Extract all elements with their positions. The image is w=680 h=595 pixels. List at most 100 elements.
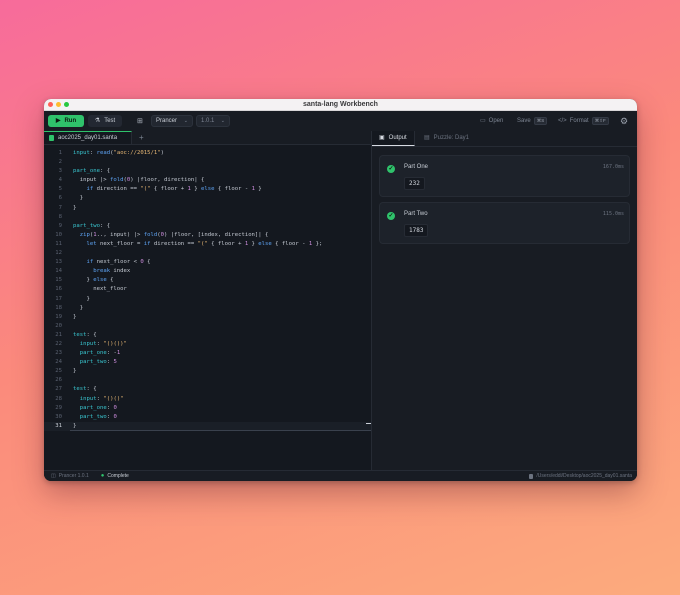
version-select[interactable]: 1.0.1 ⌄ [196, 115, 230, 127]
line-number: 14 [55, 268, 62, 275]
line-number: 2 [58, 159, 62, 166]
format-shortcut: ⌘⇧F [591, 117, 609, 125]
code-line[interactable]: 16 next_floor [44, 285, 371, 294]
code-text: part_one: 0 [79, 404, 117, 411]
line-number: 4 [58, 177, 62, 184]
flask-icon: ⚗ [94, 118, 101, 124]
run-button[interactable]: ▶ Run [48, 115, 84, 127]
code-line[interactable]: 31} [44, 421, 371, 432]
code-line[interactable]: 23 part_one: -1 [44, 349, 371, 358]
code-text: test: { [73, 386, 97, 393]
code-line[interactable]: 10 zip(1.., input) |> fold(0) |floor, [i… [44, 231, 371, 240]
test-button[interactable]: ⚗ Test [88, 115, 122, 127]
editor-tab-active[interactable]: aoc2025_day01.santa [44, 131, 132, 144]
code-text: test: { [73, 331, 97, 338]
line-number: 7 [58, 204, 62, 211]
code-line[interactable]: 1 input: read("aoc://2015/1") [44, 149, 371, 158]
code-line[interactable]: 22 input: "()())" [44, 340, 371, 349]
line-number: 27 [55, 386, 62, 393]
status-state-label: Complete [107, 473, 129, 479]
toolbar: ▶ Run ⚗ Test ⊞ Prancer ⌄ 1.0.1 ⌄ ▭ Open … [44, 111, 637, 132]
result-value: 1783 [404, 224, 429, 237]
code-text: input: "()())" [79, 340, 127, 347]
line-number: 25 [55, 368, 62, 375]
code-text: } [73, 422, 77, 429]
code-line[interactable]: 29 part_one: 0 [44, 404, 371, 413]
code-text: if next_floor < 0 { [86, 259, 151, 266]
code-icon: </> [558, 118, 567, 124]
code-line[interactable]: 4 input |> fold(0) |floor, direction| { [44, 176, 371, 185]
code-line[interactable]: 20 [44, 322, 371, 331]
save-button[interactable]: Save ⌘S [517, 115, 548, 127]
open-button[interactable]: ▭ Open [480, 115, 503, 127]
code-text: } [73, 313, 77, 320]
line-number: 24 [55, 359, 62, 366]
open-label: Open [488, 118, 504, 124]
layout-grid-icon[interactable]: ⊞ [137, 118, 144, 125]
code-line[interactable]: 13 if next_floor < 0 { [44, 258, 371, 267]
code-editor[interactable]: aoc2025_day01.santa + 1 input: read("aoc:… [44, 131, 372, 471]
code-line[interactable]: 17 } [44, 295, 371, 304]
tab-puzzle[interactable]: ▤ Puzzle: Day1 [424, 131, 469, 145]
code-line[interactable]: 25} [44, 367, 371, 376]
code-line[interactable]: 19} [44, 313, 371, 322]
output-tabs: ▣ Output ▤ Puzzle: Day1 [372, 131, 637, 147]
code-line[interactable]: 2 [44, 158, 371, 167]
line-number: 12 [55, 250, 62, 257]
code-text: part_two: 5 [79, 359, 117, 366]
line-number: 19 [55, 313, 62, 320]
format-button[interactable]: </> Format ⌘⇧F [558, 115, 609, 127]
code-line[interactable]: 12 [44, 249, 371, 258]
line-number: 5 [58, 186, 62, 193]
version-select-value: 1.0.1 [201, 118, 215, 124]
code-line[interactable]: 15 } else { [44, 276, 371, 285]
code-line[interactable]: 14 break index [44, 267, 371, 276]
file-icon [529, 473, 534, 479]
tab-output[interactable]: ▣ Output [372, 131, 415, 146]
code-line[interactable]: 9 part_two: { [44, 222, 371, 231]
line-number: 11 [55, 240, 62, 247]
line-number: 31 [55, 422, 62, 429]
status-state: ● Complete [101, 471, 129, 481]
terminal-icon: ▣ [379, 135, 385, 141]
code-line[interactable]: 8 [44, 213, 371, 222]
code-line[interactable]: 27 test: { [44, 385, 371, 394]
code-text: } [73, 295, 90, 302]
add-tab-button[interactable]: + [139, 132, 144, 143]
code-text: zip(1.., input) |> fold(0) |floor, [inde… [79, 231, 269, 238]
line-number: 29 [55, 404, 62, 411]
code-text: input: read("aoc://2015/1") [73, 150, 164, 156]
result-card-part-one: ✓ Part One 167.0ms 232 [379, 155, 630, 197]
app-window: santa-lang Workbench ▶ Run ⚗ Test ⊞ Pran… [44, 99, 637, 481]
code-line[interactable]: 5 if direction == "(" { floor + 1 } else… [44, 185, 371, 194]
code-line[interactable]: 24 part_two: 5 [44, 358, 371, 367]
code-text: } [73, 368, 77, 375]
code-line[interactable]: 28 input: "()()" [44, 395, 371, 404]
tab-output-label: Output [388, 135, 407, 141]
code-lines[interactable]: 1 input: read("aoc://2015/1") 2 3 part_one: … [44, 149, 371, 432]
line-number: 21 [55, 331, 62, 338]
line-number: 20 [55, 322, 62, 329]
result-title: Part Two [404, 211, 428, 217]
output-panel: ▣ Output ▤ Puzzle: Day1 ✓ Part One 167.0… [372, 131, 637, 471]
gear-icon[interactable]: ⚙ [620, 116, 628, 126]
code-line[interactable]: 21 test: { [44, 331, 371, 340]
code-text: part_one: -1 [79, 350, 121, 357]
line-number: 8 [58, 213, 62, 220]
code-line[interactable]: 26 [44, 376, 371, 385]
play-icon: ▶ [55, 118, 61, 124]
code-line[interactable]: 30 part_two: 0 [44, 413, 371, 422]
code-line[interactable]: 11 let next_floor = if direction == "(" … [44, 240, 371, 249]
line-number: 30 [55, 413, 62, 420]
check-circle-icon: ● [100, 473, 105, 479]
chevron-down-icon: ⌄ [220, 118, 225, 124]
runtime-select[interactable]: Prancer ⌄ [151, 115, 193, 127]
code-line[interactable]: 3 part_one: { [44, 167, 371, 176]
code-line[interactable]: 6 } [44, 194, 371, 203]
folder-icon: ▭ [480, 118, 486, 124]
line-number: 17 [55, 295, 62, 302]
code-line[interactable]: 7} [44, 204, 371, 213]
code-text: break index [93, 268, 131, 275]
check-circle-icon: ✓ [387, 212, 395, 220]
code-line[interactable]: 18 } [44, 304, 371, 313]
